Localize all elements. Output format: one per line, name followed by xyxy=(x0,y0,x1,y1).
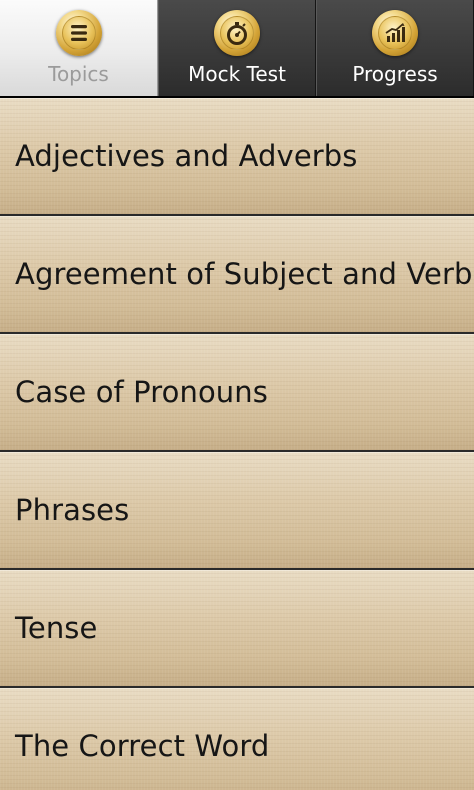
tab-label: Progress xyxy=(352,62,438,86)
tab-bar: Topics Mock Test Progress xyxy=(0,0,474,96)
tab-mock-test[interactable]: Mock Test xyxy=(158,0,316,96)
stopwatch-icon xyxy=(214,10,260,56)
list-item-the-correct-word[interactable]: The Correct Word xyxy=(0,688,474,790)
list-item-label: Phrases xyxy=(15,493,130,527)
tab-label: Mock Test xyxy=(188,62,286,86)
list-item-label: Tense xyxy=(15,611,98,645)
app-screen: Topics Mock Test Progress Adjectives and… xyxy=(0,0,474,790)
tab-topics[interactable]: Topics xyxy=(0,0,158,96)
list-item-label: Case of Pronouns xyxy=(15,375,268,409)
list-item-label: The Correct Word xyxy=(15,729,270,763)
tab-label: Topics xyxy=(48,62,109,86)
list-item-adjectives-and-adverbs[interactable]: Adjectives and Adverbs xyxy=(0,98,474,216)
list-item-label: Adjectives and Adverbs xyxy=(15,139,358,173)
list-item-agreement-of-subject-and-verb[interactable]: Agreement of Subject and Verb xyxy=(0,216,474,334)
list-item-tense[interactable]: Tense xyxy=(0,570,474,688)
list-item-case-of-pronouns[interactable]: Case of Pronouns xyxy=(0,334,474,452)
list-icon xyxy=(55,10,102,56)
topic-list: Adjectives and Adverbs Agreement of Subj… xyxy=(0,98,474,790)
bar-chart-icon xyxy=(372,10,418,56)
list-item-phrases[interactable]: Phrases xyxy=(0,452,474,570)
tab-progress[interactable]: Progress xyxy=(316,0,474,96)
list-item-label: Agreement of Subject and Verb xyxy=(15,257,473,291)
